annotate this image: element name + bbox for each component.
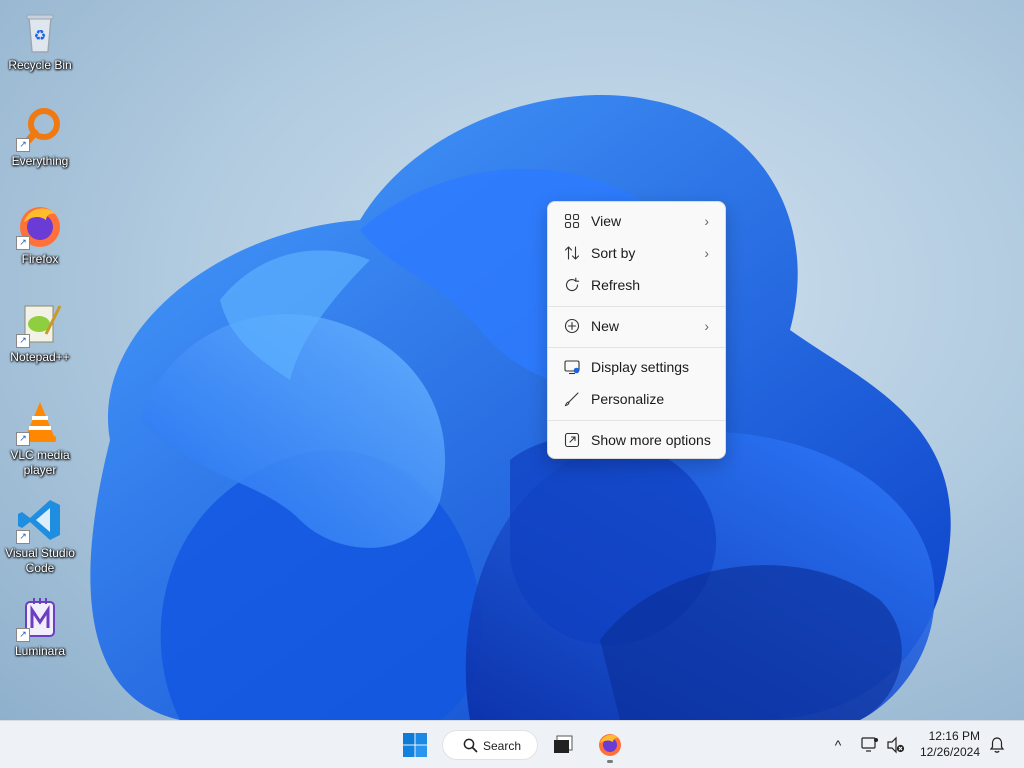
desktop-icon-vlc[interactable]: ↗ VLC media player: [2, 398, 78, 478]
system-clock[interactable]: 12:16 PM 12/26/2024: [920, 728, 980, 760]
windows-logo-icon: [403, 733, 427, 757]
vlc-icon: ↗: [16, 398, 64, 446]
desktop-icon-firefox[interactable]: ↗ Firefox: [2, 202, 78, 267]
menu-separator: [548, 306, 725, 307]
brush-icon: [564, 391, 580, 407]
shortcut-arrow-icon: ↗: [16, 432, 30, 446]
shortcut-arrow-icon: ↗: [16, 138, 30, 152]
menu-item-display-settings[interactable]: Display settings: [552, 352, 721, 382]
desktop-icon-label: Firefox: [21, 252, 59, 266]
chevron-right-icon: ›: [704, 245, 709, 261]
shortcut-arrow-icon: ↗: [16, 334, 30, 348]
firefox-icon: [599, 734, 621, 756]
taskbar: Search ^ 12:16 PM 12/26/2024: [0, 720, 1024, 768]
menu-item-label: Refresh: [591, 277, 641, 293]
firefox-icon: ↗: [16, 202, 64, 250]
shortcut-arrow-icon: ↗: [16, 628, 30, 642]
task-view-icon: [554, 735, 573, 753]
wallpaper-bloom: [90, 95, 951, 720]
desktop-icon-recycle-bin[interactable]: ♻ Recycle Bin: [2, 8, 78, 73]
search-label: Search: [483, 739, 522, 753]
sort-icon: [564, 245, 580, 261]
menu-item-personalize[interactable]: Personalize: [552, 384, 721, 414]
show-hidden-icons-button[interactable]: ^: [830, 737, 846, 753]
volume-muted-icon[interactable]: [886, 735, 906, 755]
chevron-right-icon: ›: [704, 318, 709, 334]
luminara-icon: ↗: [16, 594, 64, 642]
clock-time: 12:16 PM: [928, 729, 980, 743]
desktop-icon-label: Everything: [11, 154, 69, 168]
menu-item-label: View: [591, 213, 622, 229]
vscode-icon: ↗: [16, 496, 64, 544]
desktop-icon-label: Recycle Bin: [8, 58, 72, 72]
desktop-icon-label: Visual Studio Code: [5, 546, 75, 575]
menu-item-label: Display settings: [591, 359, 690, 375]
grid-view-icon: [564, 213, 580, 229]
menu-item-sort-by[interactable]: Sort by ›: [552, 238, 721, 268]
menu-item-label: New: [591, 318, 620, 334]
menu-item-label: Personalize: [591, 391, 665, 407]
menu-item-new[interactable]: New ›: [552, 311, 721, 341]
shortcut-arrow-icon: ↗: [16, 236, 30, 250]
menu-separator: [548, 347, 725, 348]
task-view-button[interactable]: [552, 734, 574, 756]
desktop-icon-label: Notepad++: [10, 350, 70, 364]
everything-search-icon: ↗: [16, 104, 64, 152]
shortcut-arrow-icon: ↗: [16, 530, 30, 544]
recycle-bin-icon: ♻: [16, 8, 64, 56]
desktop-icon-notepadpp[interactable]: ↗ Notepad++: [2, 300, 78, 365]
menu-item-refresh[interactable]: Refresh: [552, 270, 721, 300]
menu-item-show-more-options[interactable]: Show more options: [552, 425, 721, 455]
refresh-icon: [564, 277, 580, 293]
desktop-icon-luminara[interactable]: ↗ Luminara: [2, 594, 78, 659]
network-icon[interactable]: [860, 735, 880, 755]
notifications-bell-icon[interactable]: [988, 736, 1006, 754]
display-settings-icon: [564, 359, 580, 375]
chevron-right-icon: ›: [704, 213, 709, 229]
desktop-icon-vscode[interactable]: ↗ Visual Studio Code: [2, 496, 78, 576]
taskbar-search-button[interactable]: Search: [442, 730, 538, 760]
desktop-icon-label: Luminara: [14, 644, 66, 658]
svg-text:♻: ♻: [34, 28, 47, 44]
desktop-icon-label: VLC media player: [10, 448, 70, 477]
menu-item-label: Sort by: [591, 245, 636, 261]
clock-date: 12/26/2024: [919, 745, 980, 759]
desktop-icon-everything[interactable]: ↗ Everything: [2, 104, 78, 169]
desktop-context-menu: View › Sort by › Refresh New › Display s…: [547, 201, 726, 459]
taskbar-firefox-button[interactable]: [597, 732, 623, 763]
menu-item-view[interactable]: View ›: [552, 206, 721, 236]
start-button[interactable]: [402, 732, 428, 758]
desktop[interactable]: ♻ Recycle Bin ↗ Everything ↗ Firefox ↗ N…: [0, 0, 1024, 720]
search-icon: [463, 738, 478, 753]
running-indicator: [607, 760, 613, 763]
notepadpp-icon: ↗: [16, 300, 64, 348]
plus-circle-icon: [564, 318, 580, 334]
menu-separator: [548, 420, 725, 421]
menu-item-label: Show more options: [591, 432, 711, 448]
open-external-icon: [564, 432, 580, 448]
